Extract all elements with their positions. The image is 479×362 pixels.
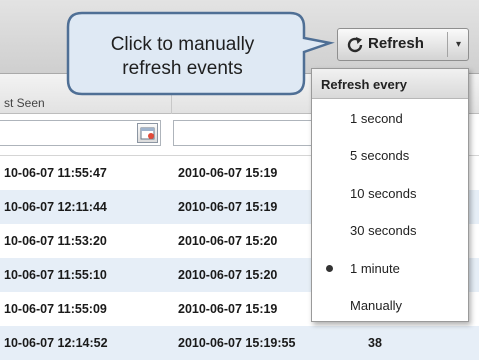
last-seen-filter-input[interactable] — [173, 120, 323, 146]
last-seen-cell: 2010-06-07 15:19:55 — [178, 336, 296, 350]
count-cell: 38 — [368, 336, 382, 350]
first-seen-cell: 10-06-07 12:11:44 — [4, 200, 107, 214]
menu-item-label: 10 seconds — [350, 186, 417, 201]
menu-item-1-minute[interactable]: 1 minute — [312, 250, 468, 287]
menu-item-manually[interactable]: Manually — [312, 287, 468, 324]
date-filter-button[interactable] — [137, 123, 158, 143]
split-divider — [447, 32, 448, 57]
filter-icon — [140, 127, 155, 140]
refresh-button-label[interactable]: Refresh — [368, 35, 424, 52]
menu-item-label: 1 second — [350, 111, 403, 126]
menu-item-label: 5 seconds — [350, 148, 410, 163]
last-seen-cell: 2010-06-07 15:19 — [178, 166, 278, 180]
menu-item-10-seconds[interactable]: 10 seconds — [312, 175, 468, 212]
first-seen-cell: 10-06-07 11:53:20 — [4, 234, 107, 248]
callout-line-2: refresh events — [122, 58, 243, 79]
radio-dot-icon — [326, 265, 333, 272]
menu-item-label: 1 minute — [350, 261, 400, 276]
callout-line-1: Click to manually — [110, 34, 255, 55]
first-seen-cell: 10-06-07 12:14:52 — [4, 336, 108, 350]
menu-item-label: 30 seconds — [350, 223, 417, 238]
last-seen-cell: 2010-06-07 15:19 — [178, 302, 278, 316]
last-seen-cell: 2010-06-07 15:20 — [178, 234, 278, 248]
menu-item-label: Manually — [350, 298, 403, 313]
callout-text: Click to manually refresh events — [65, 33, 300, 81]
chevron-down-icon[interactable]: ▾ — [450, 33, 467, 57]
first-seen-cell: 10-06-07 11:55:10 — [4, 268, 107, 282]
first-seen-cell: 10-06-07 11:55:47 — [4, 166, 107, 180]
first-seen-cell: 10-06-07 11:55:09 — [4, 302, 107, 316]
table-row[interactable]: 10-06-07 12:14:52 2010-06-07 15:19:55 38 — [0, 326, 479, 360]
last-seen-cell: 2010-06-07 15:20 — [178, 268, 278, 282]
menu-item-30-seconds[interactable]: 30 seconds — [312, 212, 468, 249]
last-seen-cell: 2010-06-07 15:19 — [178, 200, 278, 214]
menu-item-5-seconds[interactable]: 5 seconds — [312, 137, 468, 174]
refresh-split-button[interactable]: Refresh ▾ — [337, 28, 469, 61]
refresh-icon — [347, 37, 363, 53]
tooltip-callout: Click to manually refresh events — [0, 0, 340, 110]
